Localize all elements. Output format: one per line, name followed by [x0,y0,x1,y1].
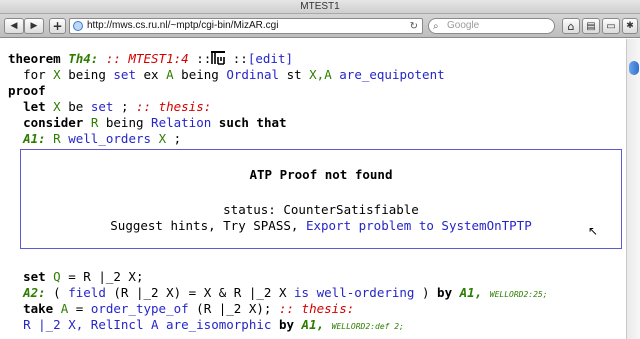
well-orders-link[interactable]: well_orders [68,131,151,146]
relation-link[interactable]: Relation [151,115,211,130]
being-keyword: being [105,115,144,130]
by-keyword: by [278,317,295,332]
var-xa: X,A [309,67,332,82]
by-keyword: by [437,285,453,300]
equals-sign: = [68,301,91,316]
semicolon: ; [120,99,129,114]
var-r: R [90,115,99,130]
back-button[interactable]: ◀ [4,18,24,34]
let-keyword: let [23,99,46,114]
bookmarks-button[interactable]: ▤ [582,18,600,34]
page-content: theorem Th4: :: MTEST1:4 :: ::[edit] for… [0,39,626,339]
var-x: X [53,99,61,114]
being-keyword: being [68,67,106,82]
st-keyword: st [286,67,302,82]
edit-link[interactable]: [edit] [248,51,293,66]
colons-2: :: [232,51,248,66]
var-x: X [53,67,61,82]
mouse-cursor-icon: ↖ [588,224,599,238]
suggest-text: Suggest hints, Try SPASS, [110,218,299,233]
window-title: MTEST1 [0,0,640,14]
atp-suggest-line: Suggest hints, Try SPASS, Export problem… [21,218,621,234]
bookmarks-icon: ▤ [586,20,596,32]
take-line: take A = order_type_of (R |_2 X); :: the… [8,301,354,317]
being-keyword-2: being [181,67,219,82]
a1-ref: A1, [301,317,325,332]
settings-button[interactable]: ✱ [622,18,638,34]
ex-keyword: ex [143,67,159,82]
scrollbar-thumb[interactable] [629,61,639,75]
atp-result-box: ATP Proof not found status: CounterSatis… [20,149,622,249]
atp-status: status: CounterSatisfiable [223,202,419,217]
statement-line: for X being set ex A being Ordinal st X,… [8,67,445,83]
home-button[interactable]: ⌂ [562,18,580,34]
theorem-keyword: theorem [8,51,61,66]
search-input[interactable]: ⌕ Google [428,18,555,34]
such-that-keyword: such that [218,115,287,130]
globe-icon [73,21,83,31]
proof-keyword: proof [8,83,46,98]
a1-ref: A1, [459,285,483,300]
forward-icon: ▶ [30,21,38,31]
consider-line: consider R being Relation such that [8,115,287,131]
atp-title: ATP Proof not found [249,167,393,182]
semicolon: ; [173,131,182,146]
a2-expression: (R |_2 X) = X & R |_2 X [105,285,295,300]
a2-label: A2: [23,285,46,300]
theorem-line: theorem Th4: :: MTEST1:4 :: ::[edit] [8,51,293,67]
thesis-comment: :: thesis: [136,99,212,114]
for-keyword: for [23,67,46,82]
var-r: R [53,131,61,146]
back-icon: ◀ [10,21,18,31]
a1-label: A1: [23,131,46,146]
mizar-logo-icon[interactable] [211,51,226,65]
field-link[interactable]: field [68,285,106,300]
set-keyword: set [23,269,46,284]
forward-button[interactable]: ▶ [24,18,44,34]
browser-toolbar: ◀ ▶ + http://mws.cs.ru.nl/~mptp/cgi-bin/… [0,14,640,38]
be-keyword: be [68,99,84,114]
iso-line: R |_2 X, RelIncl A are_isomorphic by A1,… [8,317,404,335]
export-link[interactable]: Export problem to SystemOnTPTP [306,218,532,233]
page-icon: ▭ [606,20,616,32]
well-ordering-link[interactable]: well-ordering [317,285,415,300]
proof-line: proof [8,83,46,99]
page-menu-button[interactable]: ▭ [602,18,620,34]
search-icon: ⌕ [433,21,439,32]
var-q: Q [53,269,61,284]
isomorphic-expression: R |_2 X, RelIncl A are_isomorphic [23,317,272,332]
consider-keyword: consider [23,115,84,130]
take-expression: (R |_2 X); [188,301,272,316]
set-expression: = R |_2 X; [60,269,144,284]
order-type-of-link[interactable]: order_type_of [91,301,189,316]
is-keyword: is [294,285,310,300]
var-x: X [158,131,167,146]
plus-icon: + [52,19,63,33]
are-equipotent-link[interactable]: are_equipotent [339,67,444,82]
search-placeholder: Google [447,20,480,31]
thesis-comment: :: thesis: [278,301,355,316]
set-link[interactable]: set [113,67,136,82]
set-line: set Q = R |_2 X; [8,269,144,285]
open-paren: ( [53,285,69,300]
home-icon: ⌂ [567,19,575,33]
wellord2-def-ref-link[interactable]: WELLORD2:def 2; [332,322,404,331]
a1-line: A1: R well_orders X ; [8,131,181,147]
vertical-scrollbar[interactable] [626,39,640,339]
ordinal-link[interactable]: Ordinal [226,67,279,82]
var-a: A [166,67,174,82]
colons-1: :: [196,51,212,66]
url-bar[interactable]: http://mws.cs.ru.nl/~mptp/cgi-bin/MizAR.… [69,18,423,34]
reload-icon[interactable]: ↻ [410,20,418,34]
theorem-ref: :: MTEST1:4 [105,51,189,66]
let-line: let X be set ; :: thesis: [8,99,211,115]
wellord2-ref-link[interactable]: WELLORD2:25; [490,290,548,299]
url-text: http://mws.cs.ru.nl/~mptp/cgi-bin/MizAR.… [87,20,279,31]
set-link[interactable]: set [91,99,114,114]
take-keyword: take [23,301,54,316]
add-bookmark-button[interactable]: + [49,18,66,34]
gear-icon: ✱ [626,21,634,31]
close-paren: ) [414,285,438,300]
theorem-label: Th4: [68,51,99,66]
